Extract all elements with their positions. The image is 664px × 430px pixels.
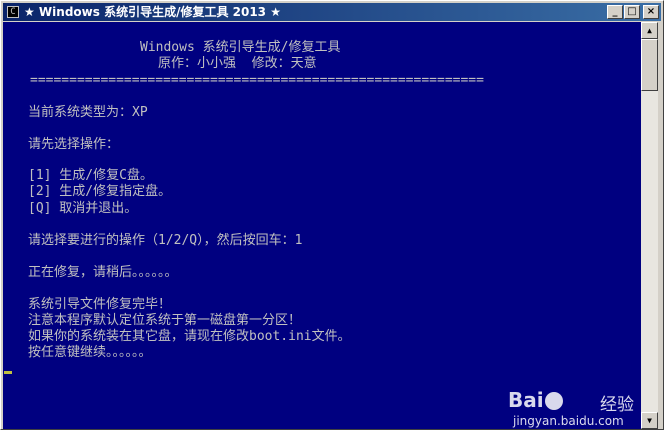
scroll-thumb[interactable] bbox=[641, 39, 658, 91]
maximize-button[interactable]: □ bbox=[624, 5, 640, 19]
baidu-logo-text: Bai bbox=[508, 388, 544, 412]
scroll-up-arrow-icon[interactable]: ▲ bbox=[641, 22, 658, 39]
jingyan-label: 经验 bbox=[600, 395, 634, 415]
system-type-line: 当前系统类型为：XP bbox=[28, 105, 148, 120]
option-q: [Q] 取消并退出。 bbox=[28, 201, 138, 216]
option-1: [1] 生成/修复C盘。 bbox=[28, 168, 153, 183]
watermark-url: jingyan.baidu.com bbox=[513, 414, 624, 428]
done-line: 系统引导文件修复完毕！ bbox=[28, 297, 172, 312]
option-2: [2] 生成/修复指定盘。 bbox=[28, 184, 172, 199]
separator-line: ========================================… bbox=[30, 73, 484, 88]
minimize-button[interactable]: _ bbox=[607, 5, 623, 19]
title-bar[interactable]: C ★ Windows 系统引导生成/修复工具 2013 ★ _ □ × bbox=[3, 3, 661, 21]
header-title: Windows 系统引导生成/修复工具 bbox=[140, 40, 341, 55]
choose-prompt: 请先选择操作： bbox=[28, 137, 120, 152]
paw-icon bbox=[544, 392, 563, 410]
console-icon[interactable]: C bbox=[7, 6, 19, 18]
console-output[interactable]: Windows 系统引导生成/修复工具 原作：小小强 修改：天意 =======… bbox=[3, 22, 641, 429]
select-prompt: 请选择要进行的操作（1/2/Q），然后按回车：1 bbox=[28, 233, 303, 248]
text-cursor bbox=[4, 371, 12, 374]
note-line-1: 注意本程序默认定位系统于第一磁盘第一分区！ bbox=[28, 313, 302, 328]
vertical-scrollbar[interactable]: ▲ ▼ bbox=[641, 22, 658, 429]
baidu-logo: Bai bbox=[508, 388, 564, 412]
baidu-watermark: Bai 经验 jingyan.baidu.com bbox=[508, 388, 638, 428]
window-title: ★ Windows 系统引导生成/修复工具 2013 ★ bbox=[24, 5, 281, 19]
scroll-down-arrow-icon[interactable]: ▼ bbox=[641, 412, 658, 429]
close-button[interactable]: × bbox=[643, 5, 659, 19]
note-line-2: 如果你的系统装在其它盘，请现在修改boot.ini文件。 bbox=[28, 329, 351, 344]
header-credits: 原作：小小强 修改：天意 bbox=[158, 56, 317, 71]
repairing-line: 正在修复，请稍后。。。。。。 bbox=[28, 265, 178, 280]
console-window: C ★ Windows 系统引导生成/修复工具 2013 ★ _ □ × Win… bbox=[0, 0, 664, 430]
press-key-line: 按任意键继续。。。。。。 bbox=[28, 345, 152, 360]
